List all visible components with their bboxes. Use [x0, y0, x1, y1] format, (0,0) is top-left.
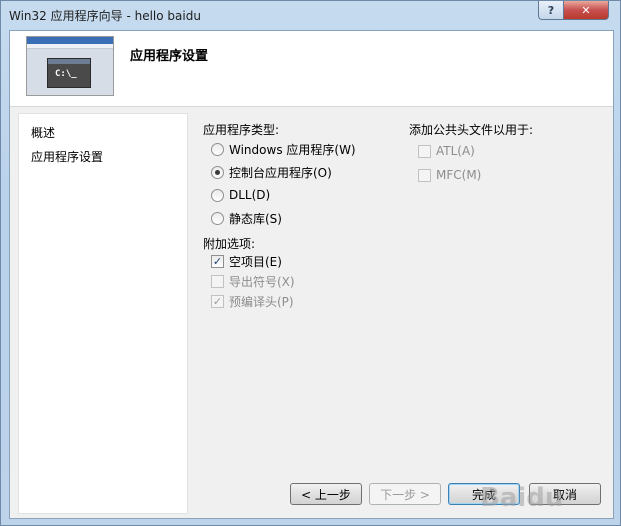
- checkbox-precompiled-header-box: ✓: [211, 294, 224, 308]
- page-title: 应用程序设置: [130, 49, 209, 64]
- thumbnail-menubar: [27, 44, 113, 49]
- checkbox-precompiled-header: ✓ 预编译头(P): [211, 293, 294, 309]
- wizard-header: C:\_ 应用程序设置: [10, 31, 613, 107]
- wizard-nav: 概述 应用程序设置: [18, 113, 189, 514]
- radio-dll[interactable]: DLL(D): [211, 187, 270, 203]
- radio-static-lib-label: 静态库(S): [229, 211, 282, 226]
- checkbox-atl-label: ATL(A): [436, 144, 475, 158]
- checkbox-mfc-label: MFC(M): [436, 168, 482, 182]
- checkbox-precompiled-header-label: 预编译头(P): [229, 294, 294, 309]
- console-app-thumbnail: C:\_: [26, 36, 114, 96]
- radio-dll-indicator[interactable]: [211, 188, 224, 202]
- checkbox-empty-project[interactable]: ✓ 空项目(E): [211, 253, 282, 269]
- thumbnail-titlebar: [27, 37, 113, 44]
- radio-dll-label: DLL(D): [229, 188, 271, 202]
- console-prompt: C:\_: [55, 69, 77, 79]
- checkbox-empty-project-box[interactable]: ✓: [211, 254, 224, 268]
- console-icon-bar: [48, 59, 90, 64]
- checkbox-export-symbols-label: 导出符号(X): [229, 274, 295, 289]
- finish-button[interactable]: 完成: [448, 483, 520, 505]
- nav-item-app-settings[interactable]: 应用程序设置: [18, 146, 189, 166]
- close-icon: ✕: [581, 3, 591, 17]
- checkbox-empty-project-label: 空项目(E): [229, 254, 282, 269]
- help-icon: ?: [547, 3, 555, 17]
- checkbox-export-symbols-box: [211, 274, 224, 288]
- radio-console-app-indicator[interactable]: [211, 165, 224, 179]
- title-bar[interactable]: Win32 应用程序向导 - hello baidu ? ✕: [1, 1, 620, 29]
- wizard-window: Win32 应用程序向导 - hello baidu ? ✕ C:\_ 应用程序…: [0, 0, 621, 526]
- radio-static-lib[interactable]: 静态库(S): [211, 210, 282, 226]
- checkbox-mfc: MFC(M): [418, 167, 481, 183]
- next-button: 下一步 >: [369, 483, 441, 505]
- radio-windows-app[interactable]: Windows 应用程序(W): [211, 141, 356, 157]
- checkbox-mfc-box: [418, 168, 431, 182]
- common-headers-label: 添加公共头文件以用于:: [409, 123, 534, 137]
- window-title: Win32 应用程序向导 - hello baidu: [9, 9, 201, 23]
- radio-console-app[interactable]: 控制台应用程序(O): [211, 164, 332, 180]
- dialog-client: C:\_ 应用程序设置 概述 应用程序设置 应用程序类型: Windows 应用…: [9, 30, 614, 519]
- help-button[interactable]: ?: [538, 1, 564, 20]
- checkbox-atl-box: [418, 144, 431, 158]
- settings-panel: 应用程序类型: Windows 应用程序(W) 控制台应用程序(O) DLL(D…: [194, 113, 606, 514]
- radio-static-lib-indicator[interactable]: [211, 211, 224, 225]
- checkbox-export-symbols: 导出符号(X): [211, 273, 295, 289]
- close-button[interactable]: ✕: [564, 1, 609, 20]
- app-type-label: 应用程序类型:: [203, 123, 280, 137]
- radio-windows-app-indicator[interactable]: [211, 142, 224, 156]
- checkbox-atl: ATL(A): [418, 143, 475, 159]
- prev-button[interactable]: < 上一步: [290, 483, 362, 505]
- console-window-icon: C:\_: [47, 58, 91, 88]
- cancel-button[interactable]: 取消: [529, 483, 601, 505]
- extra-options-label: 附加选项:: [203, 237, 256, 251]
- nav-item-overview[interactable]: 概述: [31, 124, 55, 141]
- radio-console-app-label: 控制台应用程序(O): [229, 165, 332, 180]
- radio-windows-app-label: Windows 应用程序(W): [229, 142, 356, 157]
